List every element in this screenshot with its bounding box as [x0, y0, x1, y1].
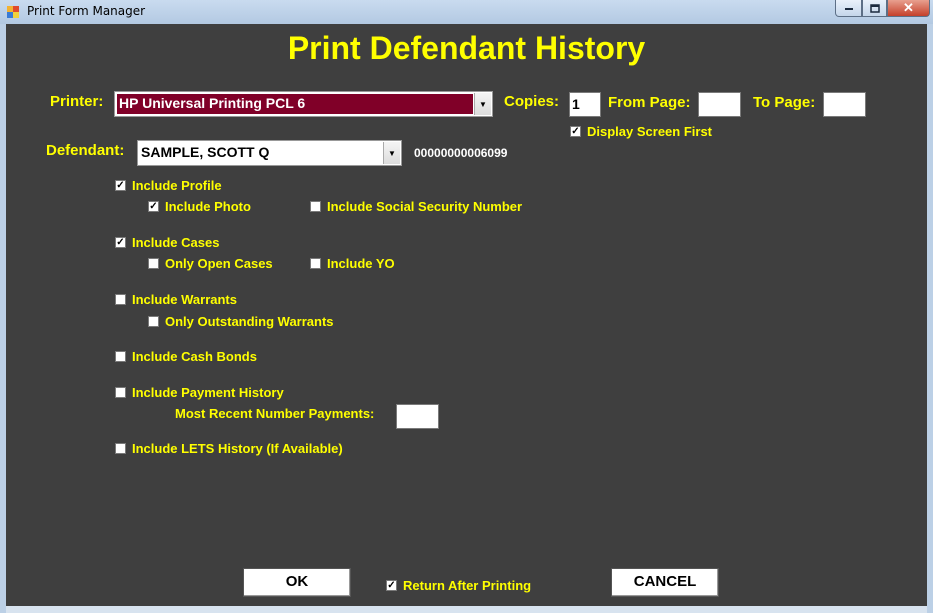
include-cases-label[interactable]: Include Cases	[132, 235, 219, 250]
title-bar[interactable]: Print Form Manager ✕	[0, 0, 933, 24]
include-payment-history-label[interactable]: Include Payment History	[132, 385, 284, 400]
only-open-cases-label[interactable]: Only Open Cases	[165, 256, 273, 271]
window-title: Print Form Manager	[27, 4, 146, 18]
most-recent-payments-input[interactable]	[396, 404, 439, 429]
only-outstanding-warrants-label[interactable]: Only Outstanding Warrants	[165, 314, 334, 329]
window-bottom-edge	[6, 606, 927, 613]
include-cases-checkbox[interactable]: ✓	[115, 237, 126, 248]
defendant-value: SAMPLE, SCOTT Q	[141, 144, 270, 160]
include-profile-label[interactable]: Include Profile	[132, 178, 222, 193]
minimize-button[interactable]	[835, 0, 862, 17]
display-screen-first-label[interactable]: Display Screen First	[587, 124, 712, 139]
only-outstanding-warrants-checkbox[interactable]	[148, 316, 159, 327]
close-button[interactable]: ✕	[887, 0, 930, 17]
include-warrants-label[interactable]: Include Warrants	[132, 292, 237, 307]
printer-dropdown[interactable]: HP Universal Printing PCL 6 ▼	[114, 91, 493, 117]
include-ssn-label[interactable]: Include Social Security Number	[327, 199, 522, 214]
only-open-cases-checkbox[interactable]	[148, 258, 159, 269]
copies-label: Copies:	[504, 93, 560, 110]
include-yo-checkbox[interactable]	[310, 258, 321, 269]
include-warrants-checkbox[interactable]	[115, 294, 126, 305]
cancel-button[interactable]: CANCEL	[611, 568, 719, 597]
from-page-label: From Page:	[608, 94, 691, 111]
include-cash-bonds-checkbox[interactable]	[115, 351, 126, 362]
ok-button[interactable]: OK	[243, 568, 351, 597]
printer-value: HP Universal Printing PCL 6	[119, 95, 306, 111]
defendant-dropdown[interactable]: SAMPLE, SCOTT Q ▼	[137, 140, 402, 166]
print-defendant-history-panel: Print Defendant History Printer: HP Univ…	[6, 24, 927, 606]
include-lets-history-label[interactable]: Include LETS History (If Available)	[132, 441, 343, 456]
print-form-manager-window: Print Form Manager ✕ Print Defendant His…	[0, 0, 933, 613]
include-yo-label[interactable]: Include YO	[327, 256, 395, 271]
return-after-printing-label[interactable]: Return After Printing	[403, 578, 531, 593]
include-profile-checkbox[interactable]: ✓	[115, 180, 126, 191]
include-ssn-checkbox[interactable]	[310, 201, 321, 212]
include-photo-label[interactable]: Include Photo	[165, 199, 251, 214]
include-payment-history-checkbox[interactable]	[115, 387, 126, 398]
minimize-icon	[844, 8, 853, 10]
defendant-label: Defendant:	[46, 142, 125, 159]
display-screen-first-checkbox[interactable]: ✓	[570, 126, 581, 137]
include-cash-bonds-label[interactable]: Include Cash Bonds	[132, 349, 257, 364]
to-page-label: To Page:	[753, 94, 816, 111]
printer-label: Printer:	[50, 93, 104, 110]
maximize-icon	[869, 3, 880, 13]
defendant-id: 00000000006099	[414, 146, 508, 160]
from-page-input[interactable]	[698, 92, 741, 117]
chevron-down-icon[interactable]: ▼	[474, 93, 491, 115]
close-icon: ✕	[903, 0, 914, 15]
to-page-input[interactable]	[823, 92, 866, 117]
copies-input[interactable]: 1	[569, 92, 601, 117]
include-photo-checkbox[interactable]: ✓	[148, 201, 159, 212]
return-after-printing-checkbox[interactable]: ✓	[386, 580, 397, 591]
page-title: Print Defendant History	[287, 30, 646, 66]
maximize-button[interactable]	[862, 0, 887, 17]
most-recent-payments-label: Most Recent Number Payments:	[175, 406, 375, 421]
app-icon	[7, 6, 19, 18]
include-lets-history-checkbox[interactable]	[115, 443, 126, 454]
chevron-down-icon[interactable]: ▼	[383, 142, 400, 164]
